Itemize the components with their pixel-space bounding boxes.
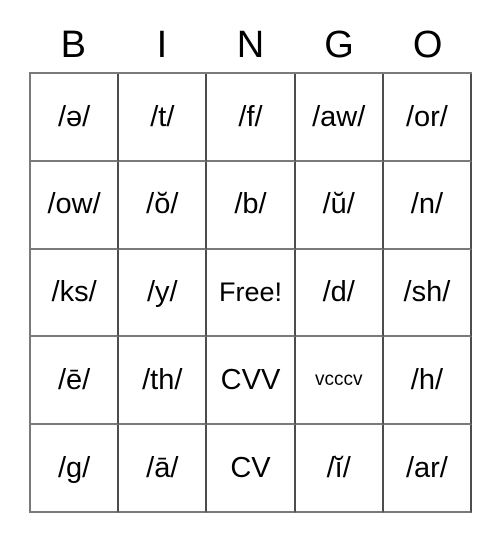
bingo-cell-label: /b/ bbox=[234, 188, 267, 221]
bingo-cell-r3c4[interactable]: /d/ bbox=[295, 249, 384, 338]
bingo-cell-r5c5[interactable]: /ar/ bbox=[383, 425, 472, 513]
bingo-cell-label: /ow/ bbox=[47, 188, 101, 221]
bingo-cell-label: /ĭ/ bbox=[326, 451, 351, 484]
bingo-cell-r5c4[interactable]: /ĭ/ bbox=[295, 425, 384, 513]
bingo-cell-r3c2[interactable]: /y/ bbox=[119, 249, 208, 338]
bingo-cell-label: /ks/ bbox=[51, 276, 97, 309]
bingo-cell-r2c3[interactable]: /b/ bbox=[207, 161, 296, 250]
bingo-cell-r4c2[interactable]: /th/ bbox=[119, 337, 208, 426]
bingo-grid: /ə/ /t/ /f/ /aw/ /or/ /ow/ /ŏ/ /b/ /ŭ/ /… bbox=[29, 72, 472, 513]
bingo-cell-r4c4[interactable]: vcccv bbox=[295, 337, 384, 426]
bingo-cell-r1c2[interactable]: /t/ bbox=[119, 74, 208, 162]
bingo-cell-r4c1[interactable]: /ē/ bbox=[31, 337, 120, 426]
bingo-cell-r1c1[interactable]: /ə/ bbox=[31, 74, 120, 162]
bingo-header-letter-i: I bbox=[156, 24, 168, 66]
bingo-cell-label: /sh/ bbox=[403, 276, 451, 309]
bingo-cell-label: Free! bbox=[218, 277, 282, 308]
bingo-header-row: B I N G O bbox=[29, 20, 472, 70]
bingo-header-letter-g: G bbox=[324, 24, 354, 66]
bingo-cell-label: /d/ bbox=[322, 276, 355, 309]
bingo-cell-r4c3[interactable]: CVV bbox=[207, 337, 296, 426]
bingo-header-letter-b: B bbox=[60, 24, 86, 66]
bingo-card: B I N G O /ə/ /t/ /f/ /aw/ /or/ /ow/ /ŏ/… bbox=[0, 0, 500, 544]
bingo-cell-r2c2[interactable]: /ŏ/ bbox=[119, 161, 208, 250]
bingo-cell-label: /or/ bbox=[405, 100, 448, 133]
bingo-cell-r2c4[interactable]: /ŭ/ bbox=[295, 161, 384, 250]
bingo-cell-label: /ə/ bbox=[57, 100, 91, 133]
bingo-cell-r2c5[interactable]: /n/ bbox=[383, 161, 472, 250]
bingo-header-letter-n: N bbox=[236, 24, 265, 66]
bingo-cell-label: CVV bbox=[220, 364, 281, 397]
bingo-cell-label: /n/ bbox=[410, 188, 444, 221]
bingo-cell-label: /th/ bbox=[142, 364, 183, 397]
bingo-cell-label: /aw/ bbox=[312, 100, 366, 133]
bingo-cell-label: /ŭ/ bbox=[322, 188, 355, 221]
bingo-cell-label: /ā/ bbox=[146, 451, 179, 484]
bingo-cell-label: /ŏ/ bbox=[146, 188, 179, 221]
bingo-cell-r5c1[interactable]: /g/ bbox=[31, 425, 120, 513]
bingo-cell-r2c1[interactable]: /ow/ bbox=[31, 161, 120, 250]
bingo-cell-label: /y/ bbox=[146, 276, 178, 309]
bingo-cell-label: /f/ bbox=[238, 100, 263, 133]
bingo-cell-label: /t/ bbox=[150, 100, 175, 133]
bingo-cell-free-space[interactable]: Free! bbox=[207, 249, 296, 338]
bingo-header-letter-o: O bbox=[412, 24, 443, 66]
bingo-cell-label: /g/ bbox=[57, 451, 91, 484]
bingo-cell-r4c5[interactable]: /h/ bbox=[383, 337, 472, 426]
bingo-cell-r1c5[interactable]: /or/ bbox=[383, 74, 472, 162]
bingo-cell-r1c3[interactable]: /f/ bbox=[207, 74, 296, 162]
bingo-cell-label: /ē/ bbox=[57, 364, 91, 397]
bingo-cell-r5c2[interactable]: /ā/ bbox=[119, 425, 208, 513]
bingo-cell-label: /h/ bbox=[410, 364, 444, 397]
bingo-cell-label: vcccv bbox=[314, 369, 363, 391]
bingo-cell-r3c5[interactable]: /sh/ bbox=[383, 249, 472, 338]
bingo-cell-label: CV bbox=[230, 451, 271, 484]
bingo-cell-r1c4[interactable]: /aw/ bbox=[295, 74, 384, 162]
bingo-cell-r3c1[interactable]: /ks/ bbox=[31, 249, 120, 338]
bingo-cell-label: /ar/ bbox=[405, 451, 448, 484]
bingo-cell-r5c3[interactable]: CV bbox=[207, 425, 296, 513]
